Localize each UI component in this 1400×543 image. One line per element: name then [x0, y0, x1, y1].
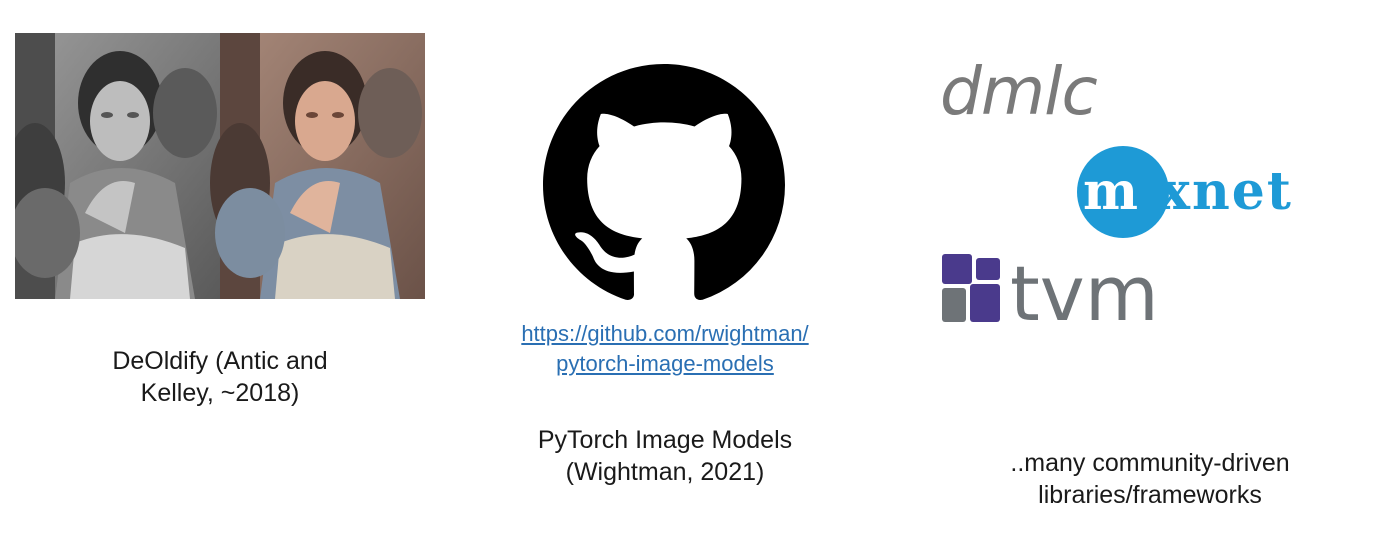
community-caption-line2: libraries/frameworks	[1038, 481, 1262, 509]
bw-photo	[15, 33, 220, 299]
deoldify-caption: DeOldify (Antic and Kelley, ~2018)	[40, 345, 400, 409]
timm-caption: PyTorch Image Models (Wightman, 2021)	[480, 424, 850, 488]
deoldify-caption-line1: DeOldify (Antic and	[112, 347, 328, 375]
mxnet-logo: m xnet	[1075, 145, 1365, 240]
tvm-logo: tvm	[940, 249, 1220, 338]
community-caption-line1: ..many community-driven	[1010, 449, 1290, 477]
deoldify-image	[15, 33, 425, 299]
mxnet-logo-m: m	[1083, 161, 1138, 222]
timm-link-line2[interactable]: pytorch-image-models	[470, 349, 860, 379]
deoldify-caption-line2: Kelley, ~2018)	[140, 379, 300, 407]
timm-caption-line2: (Wightman, 2021)	[565, 458, 765, 486]
tvm-logo-mark	[942, 254, 1000, 322]
community-caption: ..many community-driven libraries/framew…	[960, 447, 1340, 511]
tvm-logo-text: tvm	[1010, 250, 1159, 330]
deoldify-photo-pair	[15, 33, 425, 299]
colorized-photo	[210, 33, 425, 299]
timm-repo-link[interactable]: https://github.com/rwightman/ pytorch-im…	[470, 319, 860, 379]
github-octocat-icon	[543, 64, 785, 306]
timm-caption-line1: PyTorch Image Models	[537, 426, 793, 454]
mxnet-logo-rest: xnet	[1159, 161, 1293, 222]
timm-link-line1[interactable]: https://github.com/rwightman/	[470, 319, 860, 349]
dmlc-logo: dmlc	[940, 53, 1098, 130]
